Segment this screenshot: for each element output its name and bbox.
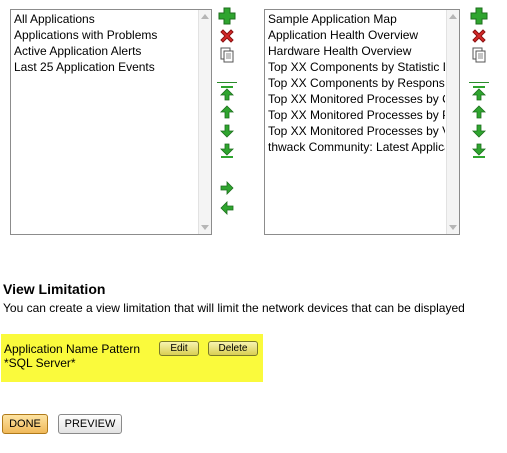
- copy-page-icon[interactable]: [218, 46, 236, 64]
- limitation-pattern-value: *SQL Server*: [4, 356, 76, 370]
- move-bottom-arrow-icon[interactable]: [218, 142, 236, 160]
- toolbar-separator: [217, 82, 237, 83]
- move-right-arrow-icon[interactable]: [218, 179, 236, 197]
- preview-button[interactable]: PREVIEW: [58, 414, 122, 434]
- scroll-down-icon[interactable]: [201, 225, 209, 230]
- list-item[interactable]: thwack Community: Latest Application Tem…: [268, 139, 445, 155]
- scroll-down-icon[interactable]: [449, 225, 457, 230]
- scroll-up-icon[interactable]: [201, 14, 209, 19]
- list-item[interactable]: Top XX Monitored Processes by Physical M…: [268, 107, 445, 123]
- list-item[interactable]: Top XX Components by Response Time: [268, 75, 445, 91]
- move-top-arrow-icon[interactable]: [218, 84, 236, 102]
- list-item[interactable]: Top XX Monitored Processes by Virtual Me…: [268, 123, 445, 139]
- toolbar-separator: [469, 82, 489, 83]
- list-item[interactable]: Sample Application Map: [268, 11, 445, 27]
- move-left-arrow-icon[interactable]: [218, 199, 236, 217]
- left-list-scrollbar[interactable]: [198, 10, 211, 234]
- delete-limitation-button[interactable]: Delete: [208, 341, 258, 356]
- right-list-items: Sample Application Map Application Health…: [268, 11, 445, 155]
- done-button[interactable]: DONE: [2, 414, 48, 434]
- list-item[interactable]: Top XX Components by Statistic Data: [268, 59, 445, 75]
- list-item[interactable]: Active Application Alerts: [14, 43, 197, 59]
- move-bottom-arrow-icon[interactable]: [470, 142, 488, 160]
- view-limitation-title: View Limitation: [3, 281, 106, 297]
- move-down-arrow-icon[interactable]: [218, 122, 236, 140]
- move-up-arrow-icon[interactable]: [218, 103, 236, 121]
- right-list-scrollbar[interactable]: [446, 10, 459, 234]
- delete-x-icon[interactable]: [470, 27, 488, 45]
- view-limitation-description: You can create a view limitation that wi…: [3, 301, 465, 315]
- right-column-resource-list[interactable]: Sample Application Map Application Health…: [264, 9, 460, 235]
- add-plus-icon[interactable]: [470, 7, 488, 25]
- list-item[interactable]: All Applications: [14, 11, 197, 27]
- list-item[interactable]: Hardware Health Overview: [268, 43, 445, 59]
- left-list-items: All Applications Applications with Proble…: [14, 11, 197, 75]
- edit-limitation-button[interactable]: Edit: [159, 341, 199, 356]
- list-item[interactable]: Last 25 Application Events: [14, 59, 197, 75]
- move-down-arrow-icon[interactable]: [470, 122, 488, 140]
- list-item[interactable]: Top XX Monitored Processes by CPU: [268, 91, 445, 107]
- move-up-arrow-icon[interactable]: [470, 103, 488, 121]
- list-item[interactable]: Applications with Problems: [14, 27, 197, 43]
- list-item[interactable]: Application Health Overview: [268, 27, 445, 43]
- move-top-arrow-icon[interactable]: [470, 84, 488, 102]
- left-column-resource-list[interactable]: All Applications Applications with Proble…: [10, 9, 212, 235]
- copy-page-icon[interactable]: [470, 46, 488, 64]
- limitation-pattern-label: Application Name Pattern: [4, 342, 141, 356]
- scroll-up-icon[interactable]: [449, 14, 457, 19]
- add-plus-icon[interactable]: [218, 7, 236, 25]
- delete-x-icon[interactable]: [218, 27, 236, 45]
- view-limitation-box: Application Name Pattern Edit Delete *SQ…: [1, 334, 263, 382]
